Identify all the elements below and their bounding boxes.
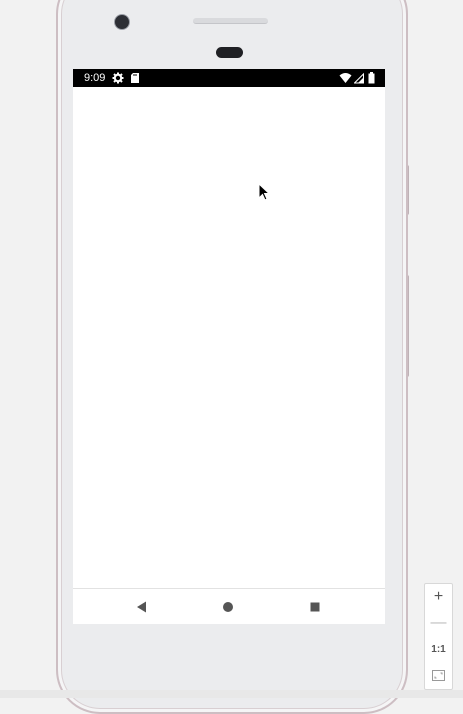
zoom-out-button[interactable]: — xyxy=(425,610,452,636)
zoom-controls: + — 1:1 xyxy=(424,583,453,690)
battery-icon xyxy=(368,72,375,84)
settings-icon xyxy=(112,72,124,84)
cell-signal-icon xyxy=(354,72,364,84)
back-icon[interactable] xyxy=(133,598,151,616)
sd-card-icon xyxy=(131,73,139,83)
zoom-actual-size-button[interactable]: 1:1 xyxy=(425,636,452,662)
bottom-panel-edge xyxy=(0,690,463,698)
wifi-icon xyxy=(339,73,352,83)
home-icon[interactable] xyxy=(219,598,237,616)
front-camera-icon xyxy=(114,14,130,30)
fit-screen-icon xyxy=(432,669,445,681)
navigation-bar xyxy=(73,588,385,624)
zoom-in-button[interactable]: + xyxy=(425,584,452,610)
recents-icon[interactable] xyxy=(306,598,324,616)
top-speaker-grille xyxy=(193,18,268,24)
status-time: 9:09 xyxy=(84,72,106,84)
status-bar: 9:09 xyxy=(73,69,385,87)
zoom-fit-button[interactable] xyxy=(425,662,452,688)
emulator-canvas: 9:09 + — 1:1 xyxy=(0,0,463,714)
device-screen[interactable]: 9:09 xyxy=(73,69,385,624)
earpiece-speaker xyxy=(216,47,243,58)
